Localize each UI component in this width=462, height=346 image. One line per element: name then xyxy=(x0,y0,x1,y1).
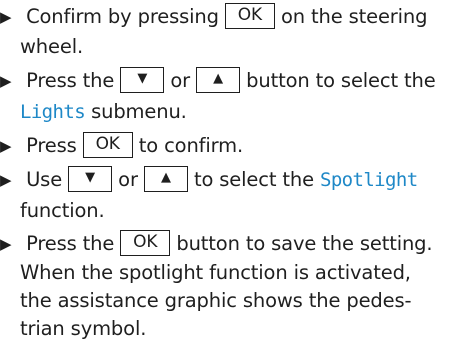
up-arrow-key: ▲ xyxy=(196,67,241,93)
ok-key: OK xyxy=(120,230,171,256)
step-2-line-2: Lights submenu. xyxy=(20,97,187,127)
step-text: to select the xyxy=(193,168,314,191)
spotlight-function-label: Spotlight xyxy=(319,169,418,191)
instruction-steps: ▶ Confirm by pressing OK on the steering… xyxy=(0,0,462,346)
step-text: to confirm. xyxy=(138,134,244,157)
bullet-arrow-icon: ▶ xyxy=(0,72,12,90)
step-text: submenu. xyxy=(91,100,187,123)
step-text: Confirm by pressing xyxy=(26,5,219,28)
step-5-line-4: trian symbol. xyxy=(20,317,147,340)
down-arrow-key: ▼ xyxy=(120,67,165,93)
step-text: Press the xyxy=(26,69,115,92)
bullet-arrow-icon: ▶ xyxy=(0,137,12,155)
step-5-line-2: When the spotlight function is activated… xyxy=(20,261,411,284)
ok-key: OK xyxy=(82,132,133,158)
step-4-line-2: function. xyxy=(20,199,105,222)
step-1-line-2: wheel. xyxy=(20,35,84,58)
step-text: button to select the xyxy=(246,69,436,92)
step-text: Use xyxy=(26,168,63,191)
bullet-arrow-icon: ▶ xyxy=(0,171,12,189)
step-text: or xyxy=(170,69,191,92)
step-3-line-1: ▶ Press OK to confirm. xyxy=(0,131,243,161)
up-arrow-key: ▲ xyxy=(143,166,188,192)
step-text: Press xyxy=(26,134,77,157)
step-4-line-1: ▶ Use ▼ or ▲ to select the Spotlight xyxy=(0,165,418,195)
down-arrow-key: ▼ xyxy=(68,166,113,192)
bullet-arrow-icon: ▶ xyxy=(0,235,12,253)
step-text: or xyxy=(118,168,138,191)
step-5-line-1: ▶ Press the OK button to save the settin… xyxy=(0,229,433,259)
bullet-arrow-icon: ▶ xyxy=(0,8,12,26)
step-text: on the steering xyxy=(280,5,428,28)
step-text: Press the xyxy=(26,232,115,255)
step-text: button to save the setting. xyxy=(176,232,433,255)
step-1-line-1: ▶ Confirm by pressing OK on the steering xyxy=(0,2,428,32)
ok-key: OK xyxy=(224,3,275,29)
step-5-line-3: the assistance graphic shows the pedes- xyxy=(20,289,412,312)
lights-submenu-label: Lights xyxy=(20,101,86,123)
step-2-line-1: ▶ Press the ▼ or ▲ button to select the xyxy=(0,66,436,96)
